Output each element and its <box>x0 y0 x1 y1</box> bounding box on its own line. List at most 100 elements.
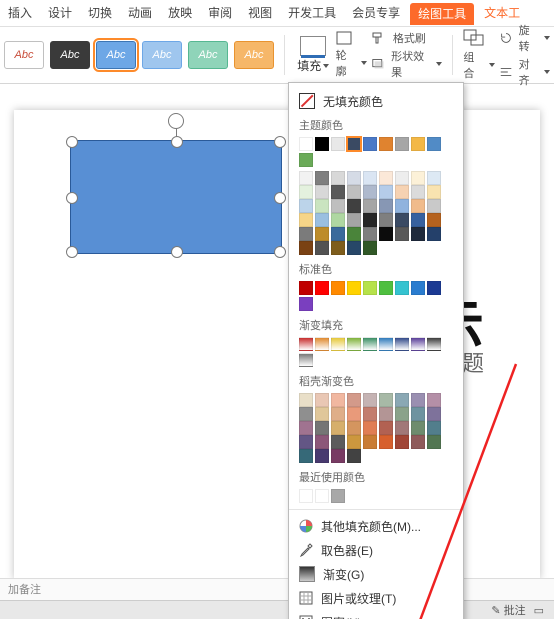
color-swatch[interactable] <box>331 241 345 255</box>
color-swatch[interactable] <box>411 199 425 213</box>
color-swatch[interactable] <box>379 407 393 421</box>
color-swatch[interactable] <box>363 435 377 449</box>
resize-handle-w[interactable] <box>66 192 78 204</box>
color-swatch[interactable] <box>411 421 425 435</box>
tab-design[interactable]: 设计 <box>40 0 80 26</box>
outline-dropdown[interactable]: 轮廓 <box>336 31 367 79</box>
resize-handle-e[interactable] <box>274 192 286 204</box>
color-swatch[interactable] <box>299 213 313 227</box>
color-swatch[interactable] <box>299 185 313 199</box>
color-swatch[interactable] <box>347 227 361 241</box>
color-swatch[interactable] <box>379 421 393 435</box>
align-dropdown[interactable]: 对齐 <box>499 56 550 88</box>
color-swatch[interactable] <box>315 393 329 407</box>
color-swatch[interactable] <box>315 435 329 449</box>
color-swatch[interactable] <box>411 185 425 199</box>
tab-insert[interactable]: 插入 <box>0 0 40 26</box>
color-swatch[interactable] <box>299 297 313 311</box>
color-swatch[interactable] <box>331 435 345 449</box>
shape-style-3[interactable]: Abc <box>142 41 182 69</box>
color-swatch[interactable] <box>379 199 393 213</box>
color-swatch[interactable] <box>315 227 329 241</box>
comment-button[interactable]: ✎ 批注 <box>491 602 525 618</box>
color-swatch[interactable] <box>347 137 361 151</box>
color-swatch[interactable] <box>379 435 393 449</box>
fill-dropdown-button[interactable]: 填充 <box>295 36 332 74</box>
color-swatch[interactable] <box>347 393 361 407</box>
color-swatch[interactable] <box>331 227 345 241</box>
color-swatch[interactable] <box>363 227 377 241</box>
resize-handle-ne[interactable] <box>274 136 286 148</box>
color-swatch[interactable] <box>363 213 377 227</box>
color-swatch[interactable] <box>315 407 329 421</box>
no-fill-item[interactable]: 无填充颜色 <box>289 89 463 113</box>
gradient-swatch[interactable] <box>299 337 313 351</box>
color-swatch[interactable] <box>299 241 313 255</box>
color-swatch[interactable] <box>299 435 313 449</box>
color-swatch[interactable] <box>395 213 409 227</box>
picture-texture-item[interactable]: 图片或纹理(T) <box>289 586 463 610</box>
gradient-swatch[interactable] <box>379 337 393 351</box>
format-painter-button[interactable]: 格式刷 <box>371 30 443 46</box>
gradient-swatch[interactable] <box>315 337 329 351</box>
shape-style-gallery[interactable]: AbcAbcAbcAbcAbcAbc <box>4 41 274 69</box>
shape-style-4[interactable]: Abc <box>188 41 228 69</box>
color-swatch[interactable] <box>299 489 313 503</box>
gradient-swatch[interactable] <box>395 337 409 351</box>
color-swatch[interactable] <box>315 281 329 295</box>
color-swatch[interactable] <box>347 185 361 199</box>
color-swatch[interactable] <box>299 227 313 241</box>
resize-handle-se[interactable] <box>274 246 286 258</box>
gradient-item[interactable]: 渐变(G) <box>289 562 463 586</box>
tab-member[interactable]: 会员专享 <box>344 0 408 26</box>
color-swatch[interactable] <box>379 227 393 241</box>
color-swatch[interactable] <box>395 227 409 241</box>
color-swatch[interactable] <box>331 489 345 503</box>
color-swatch[interactable] <box>411 171 425 185</box>
color-swatch[interactable] <box>331 393 345 407</box>
color-swatch[interactable] <box>299 407 313 421</box>
tab-view[interactable]: 视图 <box>240 0 280 26</box>
color-swatch[interactable] <box>427 435 441 449</box>
color-swatch[interactable] <box>315 449 329 463</box>
view-buttons[interactable]: ▭ <box>534 604 544 617</box>
color-swatch[interactable] <box>411 213 425 227</box>
color-swatch[interactable] <box>379 393 393 407</box>
color-swatch[interactable] <box>411 393 425 407</box>
gradient-swatch[interactable] <box>331 337 345 351</box>
resize-handle-n[interactable] <box>171 136 183 148</box>
color-swatch[interactable] <box>331 199 345 213</box>
color-swatch[interactable] <box>347 199 361 213</box>
color-swatch[interactable] <box>299 171 313 185</box>
color-swatch[interactable] <box>427 227 441 241</box>
shape-style-5[interactable]: Abc <box>234 41 274 69</box>
color-swatch[interactable] <box>379 185 393 199</box>
color-swatch[interactable] <box>331 407 345 421</box>
color-swatch[interactable] <box>315 185 329 199</box>
color-swatch[interactable] <box>395 421 409 435</box>
color-swatch[interactable] <box>331 281 345 295</box>
color-swatch[interactable] <box>379 213 393 227</box>
color-swatch[interactable] <box>363 137 377 151</box>
color-swatch[interactable] <box>379 171 393 185</box>
color-swatch[interactable] <box>395 137 409 151</box>
shape-style-0[interactable]: Abc <box>4 41 44 69</box>
color-swatch[interactable] <box>347 281 361 295</box>
color-swatch[interactable] <box>395 393 409 407</box>
color-swatch[interactable] <box>299 137 313 151</box>
color-swatch[interactable] <box>363 241 377 255</box>
color-swatch[interactable] <box>363 421 377 435</box>
color-swatch[interactable] <box>427 281 441 295</box>
gradient-swatch[interactable] <box>363 337 377 351</box>
color-swatch[interactable] <box>347 407 361 421</box>
color-swatch[interactable] <box>331 185 345 199</box>
color-swatch[interactable] <box>331 213 345 227</box>
color-swatch[interactable] <box>427 393 441 407</box>
color-swatch[interactable] <box>347 435 361 449</box>
color-swatch[interactable] <box>299 421 313 435</box>
tab-animation[interactable]: 动画 <box>120 0 160 26</box>
gradient-swatch[interactable] <box>411 337 425 351</box>
eyedropper-item[interactable]: 取色器(E) <box>289 538 463 562</box>
color-swatch[interactable] <box>395 185 409 199</box>
color-swatch[interactable] <box>411 281 425 295</box>
